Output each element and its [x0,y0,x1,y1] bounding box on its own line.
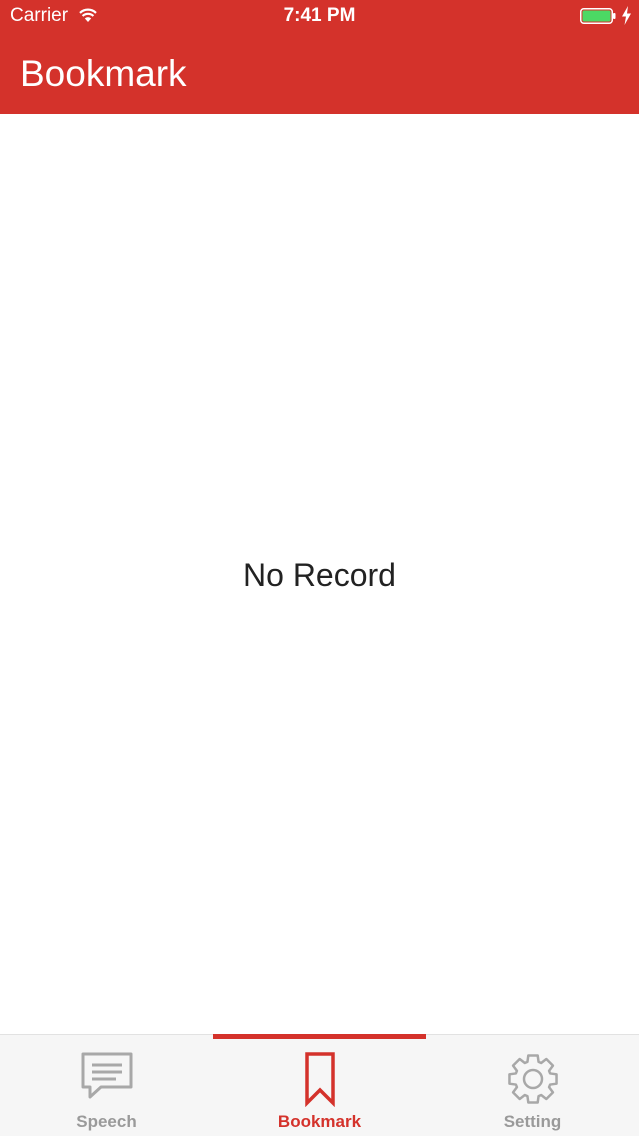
tab-setting-label: Setting [503,1112,562,1131]
bookmark-icon [213,1051,426,1107]
status-time: 7:41 PM [283,5,356,26]
tab-speech-label: Speech [76,1112,137,1131]
page-title: Bookmark [20,53,187,94]
screen: Carrier 7:41 PM Bookmark No Record Speec… [0,0,639,1136]
status-bar: Carrier 7:41 PM [0,0,639,34]
speech-bubble-icon [0,1051,213,1107]
bookmark-list: No Record [0,114,639,1034]
empty-state-message: No Record [243,557,396,593]
tab-bookmark[interactable]: Bookmark [213,1034,426,1136]
tab-bookmark-label: Bookmark [277,1112,362,1131]
battery-icon [580,8,616,24]
tab-bar: Speech Bookmark Setting [0,1034,639,1136]
active-tab-indicator [213,1034,426,1039]
nav-header: Carrier 7:41 PM Bookmark [0,0,639,114]
tab-speech[interactable]: Speech [0,1035,213,1136]
tab-setting[interactable]: Setting [426,1035,639,1136]
gear-icon [426,1051,639,1107]
charging-bolt-icon [621,6,632,25]
